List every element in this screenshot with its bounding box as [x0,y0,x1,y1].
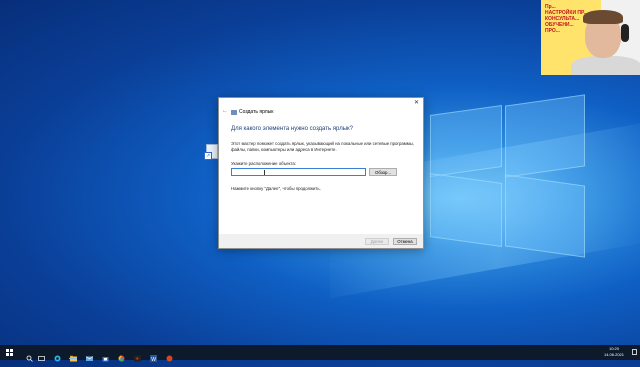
dialog-titlebar[interactable] [219,98,423,108]
taskbar [0,345,640,360]
headset-icon [621,24,629,42]
edge-browser-icon[interactable] [54,349,61,362]
shortcut-arrow-icon: ↗ [204,152,212,160]
presenter-hair [583,10,623,24]
clock-date[interactable]: 14.06.2021 [598,352,630,357]
word-icon[interactable]: W [150,349,157,363]
text-cursor-icon [264,170,265,175]
next-button[interactable]: Далее [365,238,389,245]
location-input[interactable] [231,168,366,176]
mail-icon[interactable] [85,349,94,361]
chrome-icon[interactable] [118,349,125,362]
continue-hint: Нажмите кнопку "Далее", чтобы продолжить… [231,186,321,191]
close-icon[interactable]: ✕ [414,99,419,106]
presenter-shirt [571,56,640,75]
clock-time[interactable]: 10:20 [598,346,630,351]
back-arrow-icon[interactable]: ← [222,108,228,114]
file-explorer-icon[interactable] [70,349,77,362]
wizard-title: Создать ярлык [239,109,274,115]
svg-text:W: W [151,357,156,362]
video-app-icon[interactable] [134,349,141,362]
active-indicator [69,358,77,359]
shortcut-wizard-icon [231,110,237,115]
cancel-button[interactable]: Отмена [393,238,417,245]
start-button[interactable] [6,349,13,356]
location-label: Укажите расположение объекта: [231,161,296,166]
dialog-description: Этот мастер поможет создать ярлык, указы… [231,141,414,152]
task-view-icon[interactable] [38,349,45,361]
dialog-heading: Для какого элемента нужно создать ярлык? [231,126,353,132]
app-icon[interactable] [166,349,173,362]
browse-button[interactable]: Обзор... [369,168,397,176]
wallpaper-logo-pane [505,94,585,178]
search-icon[interactable] [26,349,33,362]
store-icon[interactable] [102,349,109,362]
create-shortcut-dialog: ✕ ← Создать ярлык Для какого элемента ну… [218,97,424,249]
notification-icon[interactable] [632,349,637,355]
wallpaper-logo-pane [430,172,502,248]
wallpaper-logo-pane [430,104,502,178]
wallpaper-logo-pane [505,174,585,258]
webcam-overlay: Пр... НАСТРОЙКИ ПР... КОНСУЛЬТА... ОБУЧЕ… [541,0,640,75]
